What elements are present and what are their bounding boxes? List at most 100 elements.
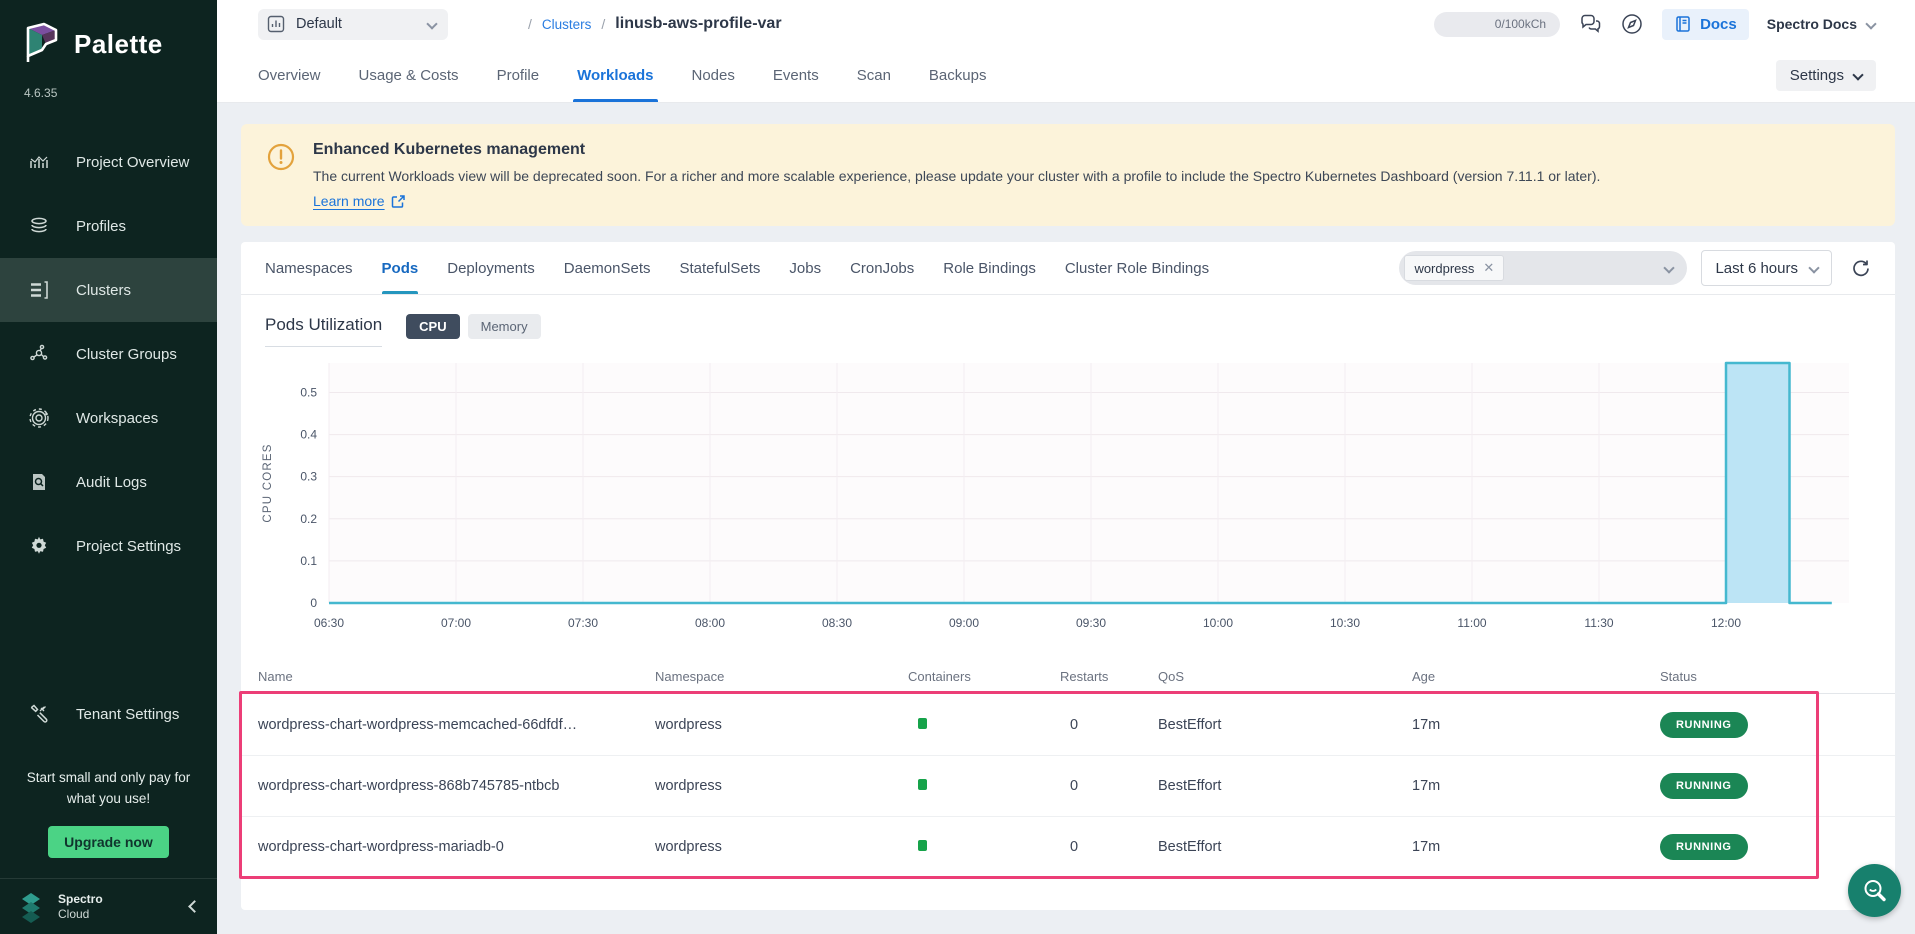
svg-text:10:30: 10:30 (1330, 616, 1360, 630)
breadcrumb-clusters-link[interactable]: Clusters (542, 17, 592, 32)
project-selector-value: Default (296, 16, 418, 32)
table-row-wordpress-chart-wordpress-memcached-66df[interactable]: wordpress-chart-wordpress-memcached-66df… (241, 694, 1895, 755)
tab-usage-costs[interactable]: Usage & Costs (359, 48, 459, 102)
tab-scan[interactable]: Scan (857, 48, 891, 102)
warning-icon (267, 143, 295, 171)
spectro-cloud-brand: SpectroCloud (58, 892, 180, 922)
subtab-jobs[interactable]: Jobs (789, 242, 821, 294)
svg-text:07:30: 07:30 (568, 616, 598, 630)
external-link-icon (391, 194, 406, 209)
settings-button-label: Settings (1790, 67, 1844, 84)
sidebar-item-project-overview[interactable]: Project Overview (0, 130, 217, 194)
col-header-name: Name (258, 669, 655, 684)
chevron-down-icon (426, 18, 437, 29)
svg-text:12:00: 12:00 (1711, 616, 1741, 630)
docs-button[interactable]: Docs (1662, 9, 1749, 40)
upgrade-now-button[interactable]: Upgrade now (48, 826, 169, 858)
table-row-wordpress-chart-wordpress-868b745785-ntb[interactable]: wordpress-chart-wordpress-868b745785-ntb… (241, 755, 1895, 816)
chat-bubbles-icon[interactable] (1578, 12, 1602, 36)
network-icon (28, 343, 50, 365)
subtab-statefulsets[interactable]: StatefulSets (680, 242, 761, 294)
remove-tag-icon[interactable]: ✕ (1483, 260, 1494, 276)
pod-name-cell: wordpress-chart-wordpress-mariadb-0 (258, 839, 655, 855)
help-search-fab[interactable] (1848, 864, 1901, 917)
chevron-down-icon (1808, 262, 1819, 273)
tab-nodes[interactable]: Nodes (692, 48, 735, 102)
subtab-cronjobs[interactable]: CronJobs (850, 242, 914, 294)
svg-text:09:00: 09:00 (949, 616, 979, 630)
status-badge: RUNNING (1660, 834, 1748, 860)
namespace-filter-select[interactable]: wordpress ✕ (1399, 251, 1687, 285)
docs-button-label: Docs (1700, 16, 1737, 33)
collapse-sidebar-icon[interactable] (188, 900, 201, 913)
table-row-wordpress-chart-wordpress-mariadb-0[interactable]: wordpress-chart-wordpress-mariadb-0wordp… (241, 816, 1895, 877)
usage-quota-pill: 0/100kCh (1434, 12, 1560, 37)
svg-text:11:00: 11:00 (1457, 616, 1486, 630)
book-icon (1674, 15, 1692, 33)
svg-text:0.3: 0.3 (300, 470, 317, 484)
chevron-down-icon (1664, 262, 1675, 273)
subtab-pods[interactable]: Pods (382, 242, 419, 294)
restarts-cell: 0 (1060, 778, 1158, 794)
col-header-status: Status (1660, 669, 1895, 684)
svg-text:08:00: 08:00 (695, 616, 725, 630)
containers-cell (908, 717, 1060, 733)
col-header-restarts: Restarts (1060, 669, 1158, 684)
compass-icon[interactable] (1620, 12, 1644, 36)
palette-logo: Palette (0, 0, 217, 72)
svg-text:0.5: 0.5 (300, 385, 317, 399)
svg-text:CPU CORES: CPU CORES (262, 443, 274, 522)
col-header-qos: QoS (1158, 669, 1412, 684)
spectro-cloud-logo-icon (14, 890, 48, 924)
svg-text:08:30: 08:30 (822, 616, 852, 630)
sidebar-item-cluster-groups[interactable]: Cluster Groups (0, 322, 217, 386)
tab-backups[interactable]: Backups (929, 48, 987, 102)
qos-cell: BestEffort (1158, 778, 1412, 794)
cluster-settings-button[interactable]: Settings (1776, 60, 1876, 91)
tab-overview[interactable]: Overview (258, 48, 321, 102)
tab-workloads[interactable]: Workloads (577, 48, 653, 102)
sidebar-item-project-settings[interactable]: Project Settings (0, 514, 217, 578)
workload-subtabs: Namespaces Pods Deployments DaemonSets State… (265, 242, 1209, 294)
metric-toggle-memory[interactable]: Memory (468, 314, 541, 339)
sidebar-item-profiles[interactable]: Profiles (0, 194, 217, 258)
subtab-role-bindings[interactable]: Role Bindings (943, 242, 1036, 294)
time-range-select[interactable]: Last 6 hours (1701, 250, 1832, 286)
learn-more-link[interactable]: Learn more (313, 193, 406, 209)
sidebar-item-label: Tenant Settings (76, 706, 179, 723)
sidebar: Palette 4.6.35 Project OverviewProfilesC… (0, 0, 217, 934)
namespace-filter-tag: wordpress ✕ (1404, 255, 1504, 281)
sidebar-nav: Project Overview ProfilesClustersCluster … (0, 130, 217, 578)
sidebar-item-audit-logs[interactable]: Audit Logs (0, 450, 217, 514)
svg-text:0: 0 (310, 596, 317, 610)
container-ready-indicator (918, 718, 927, 729)
namespace-cell: wordpress (655, 717, 908, 733)
col-header-age: Age (1412, 669, 1660, 684)
svg-text:10:00: 10:00 (1203, 616, 1233, 630)
deprecation-banner: Enhanced Kubernetes management The curre… (241, 124, 1895, 226)
banner-body: The current Workloads view will be depre… (313, 168, 1600, 184)
subtab-deployments[interactable]: Deployments (447, 242, 535, 294)
metric-toggle-cpu[interactable]: CPU (406, 314, 459, 339)
status-cell: RUNNING (1660, 834, 1895, 860)
sidebar-item-label: Audit Logs (76, 474, 147, 491)
docs-menu[interactable]: Spectro Docs (1767, 16, 1875, 32)
doc-search-icon (28, 471, 50, 493)
subtab-namespaces[interactable]: Namespaces (265, 242, 353, 294)
tab-profile[interactable]: Profile (497, 48, 540, 102)
sidebar-item-label: Project Overview (76, 154, 189, 171)
promo-text: Start small and only pay for what you us… (18, 768, 199, 810)
refresh-icon[interactable] (1850, 258, 1871, 279)
tab-events[interactable]: Events (773, 48, 819, 102)
sidebar-item-tenant-settings[interactable]: Tenant Settings (0, 682, 217, 746)
col-header-namespace: Namespace (655, 669, 908, 684)
subtab-cluster-role-bindings[interactable]: Cluster Role Bindings (1065, 242, 1209, 294)
sidebar-item-workspaces[interactable]: Workspaces (0, 386, 217, 450)
svg-text:0.4: 0.4 (300, 428, 317, 442)
subtab-daemonsets[interactable]: DaemonSets (564, 242, 651, 294)
project-selector[interactable]: Default (258, 9, 448, 40)
breadcrumb: / Clusters / linusb-aws-profile-var (528, 15, 782, 33)
sidebar-item-clusters[interactable]: Clusters (0, 258, 217, 322)
svg-text:0.1: 0.1 (300, 554, 317, 568)
chevron-down-icon (1865, 18, 1876, 29)
